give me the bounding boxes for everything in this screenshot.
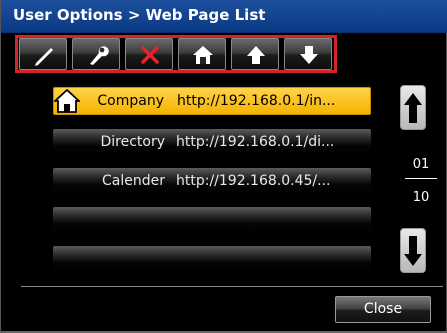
arrow-down-icon [404, 236, 422, 266]
close-button[interactable]: Close [335, 296, 431, 323]
list-item[interactable] [53, 246, 371, 274]
settings-button[interactable] [72, 38, 120, 70]
pencil-icon [35, 48, 53, 66]
page-total: 10 [412, 190, 430, 205]
move-up-button[interactable] [231, 38, 279, 70]
footer-divider [21, 286, 443, 287]
home-icon [193, 46, 213, 64]
arrow-up-icon [247, 46, 265, 64]
move-down-button[interactable] [284, 38, 332, 70]
web-page-list-window: User Options > Web Page List Company htt… [0, 0, 447, 333]
list-item-name: Company [97, 93, 164, 109]
list-item[interactable]: Directory http://192.168.0.1/di... [53, 129, 371, 157]
home-icon [54, 89, 80, 113]
list-item-name: Directory [100, 134, 165, 150]
list-item-name: Calender [102, 173, 165, 189]
page-down-button[interactable] [400, 228, 426, 273]
page-current: 01 [412, 157, 430, 172]
wrench-icon [90, 46, 109, 65]
delete-x-icon [141, 46, 159, 64]
arrow-up-icon [404, 93, 422, 123]
list-item-url: http://192.168.0.1/di... [176, 134, 335, 150]
title-bar: User Options > Web Page List [1, 0, 447, 33]
edit-button[interactable] [19, 38, 67, 70]
page-up-button[interactable] [400, 85, 426, 130]
delete-button[interactable] [125, 38, 173, 70]
set-home-button[interactable] [178, 38, 226, 70]
list-item[interactable]: Company http://192.168.0.1/in... [53, 87, 371, 115]
arrow-down-icon [300, 46, 318, 64]
list-item-url: http://192.168.0.1/in... [177, 93, 336, 109]
page-separator [405, 178, 437, 179]
list-item-url: http://192.168.0.45/... [176, 173, 331, 189]
list-item[interactable]: Calender http://192.168.0.45/... [53, 168, 371, 196]
list-item[interactable] [53, 207, 371, 235]
window-title: User Options > Web Page List [13, 6, 266, 24]
